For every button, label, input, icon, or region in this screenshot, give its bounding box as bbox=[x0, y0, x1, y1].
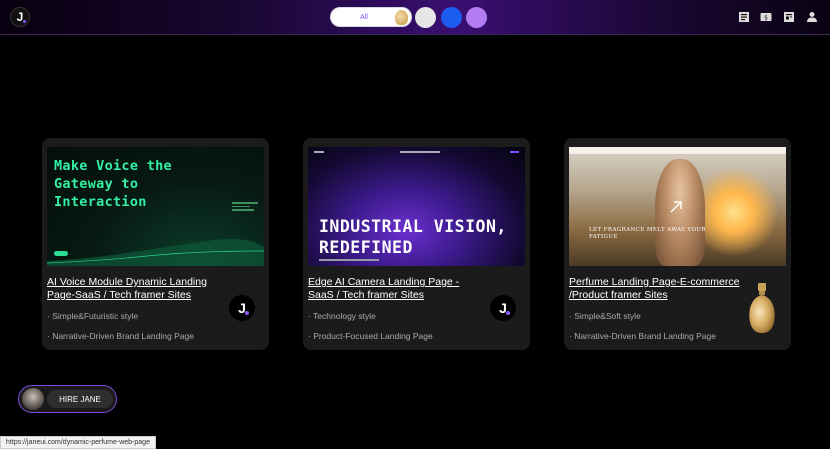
card-thumbnail[interactable]: INDUSTRIAL VISION, REDEFINED bbox=[308, 147, 525, 266]
site-logo[interactable]: J bbox=[10, 7, 30, 27]
card-type-tag: · Product-Focused Landing Page bbox=[308, 331, 433, 341]
thumbnail-side-text bbox=[232, 202, 258, 214]
ticket-icon[interactable]: $ bbox=[760, 11, 772, 23]
thumbnail-wave bbox=[47, 239, 264, 266]
thumbnail-headline: INDUSTRIAL VISION, REDEFINED bbox=[319, 217, 507, 257]
filter-all-label: All bbox=[360, 13, 368, 21]
card-thumbnail[interactable]: Make Voice the Gateway to Interaction bbox=[47, 147, 264, 266]
card-type-tag: · Narrative-Driven Brand Landing Page bbox=[569, 331, 716, 341]
perfume-bottle-icon bbox=[395, 10, 408, 25]
color-filter-white[interactable] bbox=[415, 7, 436, 28]
top-header: J All $ bbox=[0, 0, 830, 35]
template-card-ai-voice[interactable]: Make Voice the Gateway to Interaction AI… bbox=[42, 138, 269, 350]
thumbnail-subline bbox=[319, 259, 379, 261]
card-type-tag: · Narrative-Driven Brand Landing Page bbox=[47, 331, 194, 341]
filter-all-button[interactable]: All bbox=[330, 7, 412, 27]
hire-label: HIRE JANE bbox=[47, 390, 113, 408]
card-title[interactable]: Edge AI Camera Landing Page -SaaS / Tech… bbox=[308, 276, 483, 302]
card-style-tag: · Simple&Futuristic style bbox=[47, 311, 139, 321]
card-title[interactable]: AI Voice Module Dynamic Landing Page-Saa… bbox=[47, 276, 222, 302]
card-thumbnail[interactable]: LET FRAGRANCE MELT AWAY YOUR FATIGUE bbox=[569, 147, 786, 266]
thumbnail-headline: Make Voice the Gateway to Interaction bbox=[54, 158, 172, 210]
author-badge: J bbox=[229, 295, 255, 321]
logo-dot bbox=[23, 20, 26, 23]
color-filter-blue[interactable] bbox=[441, 7, 462, 28]
card-style-tag: · Simple&Soft style bbox=[569, 311, 641, 321]
color-filter-purple[interactable] bbox=[466, 7, 487, 28]
badge-dot bbox=[506, 311, 510, 315]
notes-icon[interactable] bbox=[738, 11, 750, 23]
badge-dot bbox=[245, 311, 249, 315]
perfume-bottle-icon bbox=[749, 283, 775, 333]
status-url: https://janeui.com/dynamic-perfume-web-p… bbox=[0, 436, 156, 449]
template-card-edge-ai-camera[interactable]: INDUSTRIAL VISION, REDEFINED Edge AI Cam… bbox=[303, 138, 530, 350]
author-badge: J bbox=[490, 295, 516, 321]
svg-text:$: $ bbox=[764, 15, 768, 22]
arrow-up-right-icon bbox=[670, 201, 682, 213]
hire-jane-button[interactable]: HIRE JANE bbox=[18, 385, 117, 413]
card-style-tag: · Technology style bbox=[308, 311, 376, 321]
avatar bbox=[22, 388, 44, 410]
thumbnail-topbar bbox=[569, 147, 786, 154]
card-title[interactable]: Perfume Landing Page-E-commerce /Product… bbox=[569, 276, 744, 302]
thumbnail-nav bbox=[312, 150, 521, 154]
template-card-perfume[interactable]: LET FRAGRANCE MELT AWAY YOUR FATIGUE Per… bbox=[564, 138, 791, 350]
user-icon[interactable] bbox=[806, 11, 818, 23]
thumbnail-headline: LET FRAGRANCE MELT AWAY YOUR FATIGUE bbox=[589, 227, 706, 240]
briefcase-icon[interactable] bbox=[783, 11, 795, 23]
